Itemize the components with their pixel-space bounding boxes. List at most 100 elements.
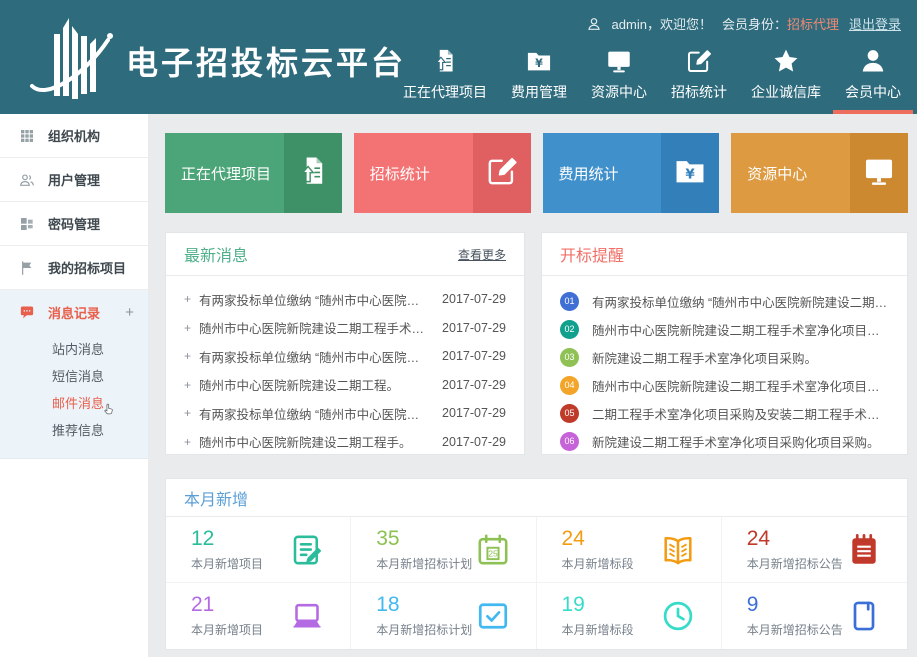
- reminder-text: 新院建设二期工程手术室净化项目采购化项目采购。: [592, 432, 880, 451]
- expand-toggle-icon[interactable]: +: [125, 305, 134, 320]
- latest-news-header: 最新消息 查看更多: [166, 233, 524, 276]
- stats-grid: 12本月新增项目35本月新增招标计划2524本月新增标段24本月新增招标公告21…: [166, 517, 907, 649]
- sidebar-item-3[interactable]: 密码管理: [0, 202, 148, 246]
- stat-info: 18 本月新增招标计划: [376, 594, 472, 638]
- news-item-2[interactable]: +随州市中心医院新院建设二期工程手术室。2017-07-29: [184, 314, 506, 343]
- stat-info: 24本月新增标段: [562, 528, 634, 572]
- news-item-3[interactable]: +有两家投标单位缴纳 “随州市中心医院新院建设……2017-07-29: [184, 342, 506, 371]
- sidebar-item-label: 密码管理: [48, 214, 100, 233]
- logout-link[interactable]: 退出登录: [849, 14, 901, 33]
- stat-value: 24: [562, 528, 634, 549]
- monthly-stats-panel: 本月新增 12本月新增项目35本月新增招标计划2524本月新增标段24本月新增招…: [165, 478, 908, 650]
- reminder-number-badge: 04: [560, 376, 579, 395]
- sidebar-item-1[interactable]: 组织机构: [0, 114, 148, 158]
- nav-item-3[interactable]: 资源中心: [579, 46, 659, 114]
- reminder-header: 开标提醒: [542, 233, 907, 276]
- folder-yen-icon: ¥: [673, 154, 707, 193]
- account-bar: admin，欢迎您！ 会员身份：招标代理 退出登录: [586, 14, 901, 33]
- stat-label: 本月新增招标计划: [376, 555, 472, 572]
- nav-label: 资源中心: [591, 82, 647, 102]
- reminder-text: 新院建设二期工程手术室净化项目采购。: [592, 348, 817, 367]
- sidebar-item-4[interactable]: 我的招标项目: [0, 246, 148, 290]
- news-text: 随州市中心医院新院建设二期工程手术室。: [199, 318, 442, 337]
- reminder-item-6[interactable]: 06新院建设二期工程手术室净化项目采购化项目采购。: [560, 427, 889, 455]
- stat-label: 本月新增招标公告: [747, 555, 843, 572]
- news-date: 2017-07-29: [442, 378, 506, 392]
- stat-value: 12: [191, 528, 263, 549]
- mouse-cursor-icon: [101, 399, 116, 414]
- edit-icon: [684, 46, 714, 76]
- news-item-1[interactable]: +有两家投标单位缴纳 “随州市中心医院新院建设……2017-07-29: [184, 285, 506, 314]
- welcome-text: admin，欢迎您！: [612, 14, 712, 33]
- submenu-item-2[interactable]: 短信消息: [52, 363, 148, 390]
- reminder-number-badge: 01: [560, 292, 579, 311]
- view-more-link[interactable]: 查看更多: [458, 246, 506, 263]
- reminder-item-3[interactable]: 03 新院建设二期工程手术室净化项目采购。: [560, 343, 889, 371]
- reminder-item-2[interactable]: 02随州市中心医院新院建设二期工程手术室净化项目采购及安装”项目的招……: [560, 315, 889, 343]
- reminder-text: 随州市中心医院新院建设二期工程手术室净化项目采购及安装”项目的招……: [592, 376, 889, 395]
- svg-text:¥: ¥: [535, 57, 543, 70]
- mail-check-icon: [474, 597, 512, 635]
- sidebar-section-3: 密码管理: [0, 202, 148, 246]
- reminder-item-5[interactable]: 05二期工程手术室净化项目采购及安装二期工程手术室净化项目采购及。: [560, 399, 889, 427]
- quick-card-1[interactable]: 正在代理项目: [165, 133, 342, 213]
- news-item-5[interactable]: +有两家投标单位缴纳 “随州市中心医院新院建设。2017-07-29: [184, 399, 506, 428]
- blocks-icon: [19, 216, 35, 232]
- stat-value: 18: [376, 594, 472, 615]
- nav-item-6[interactable]: 会员中心: [833, 46, 913, 114]
- stat-cell-1: 12本月新增项目: [166, 517, 351, 583]
- news-text: 随州市中心医院新院建设二期工程手。: [199, 432, 442, 451]
- news-text: 有两家投标单位缴纳 “随州市中心医院新院建设……: [199, 290, 442, 309]
- nav-label: 企业诚信库: [751, 82, 821, 102]
- stat-cell-8: 9本月新增招标公告: [722, 583, 907, 649]
- bullet-icon: +: [184, 349, 191, 363]
- card-label: 资源中心: [731, 133, 850, 213]
- monitor-icon: [862, 154, 896, 193]
- nav-item-5[interactable]: 企业诚信库: [739, 46, 833, 114]
- quick-card-4[interactable]: 资源中心: [731, 133, 908, 213]
- sidebar-section-5: 消息记录+站内消息短信消息邮件消息推荐信息: [0, 290, 148, 459]
- stat-value: 9: [747, 594, 843, 615]
- nav-item-1[interactable]: 正在代理项目: [391, 46, 499, 114]
- star-icon: [771, 46, 801, 76]
- submenu-item-1[interactable]: 站内消息: [52, 336, 148, 363]
- stat-cell-2: 35本月新增招标计划25: [351, 517, 536, 583]
- reminder-text: 随州市中心医院新院建设二期工程手术室净化项目采购及安装”项目的招……: [592, 320, 889, 339]
- news-date: 2017-07-29: [442, 406, 506, 420]
- reminder-number-badge: 03: [560, 348, 579, 367]
- bid-opening-reminder-panel: 开标提醒 01有两家投标单位缴纳 “随州市中心医院新院建设二期工程。02随州市中…: [541, 232, 908, 455]
- stat-label: 本月新增招标计划: [376, 621, 472, 638]
- user-outline-icon: [586, 16, 602, 32]
- notepad-icon: [845, 531, 883, 569]
- chat-icon: [19, 304, 35, 320]
- stat-cell-5: 21本月新增项目: [166, 583, 351, 649]
- news-item-4[interactable]: +随州市中心医院新院建设二期工程。2017-07-29: [184, 371, 506, 400]
- sidebar-item-5[interactable]: 消息记录+: [0, 290, 148, 334]
- news-item-6[interactable]: +随州市中心医院新院建设二期工程手。2017-07-29: [184, 428, 506, 457]
- clock-icon: [659, 597, 697, 635]
- quick-card-3[interactable]: 费用统计¥: [543, 133, 720, 213]
- news-text: 随州市中心医院新院建设二期工程。: [199, 375, 442, 394]
- sidebar: 组织机构用户管理密码管理我的招标项目消息记录+站内消息短信消息邮件消息推荐信息: [0, 114, 148, 657]
- nav-item-2[interactable]: ¥费用管理: [499, 46, 579, 114]
- app-title: 电子招投标云平台: [126, 38, 406, 84]
- quick-card-2[interactable]: 招标统计: [354, 133, 531, 213]
- svg-text:25: 25: [488, 548, 498, 558]
- folder-yen-icon: ¥: [524, 46, 554, 76]
- identity-value: 招标代理: [787, 17, 839, 32]
- stat-info: 19本月新增标段: [562, 594, 634, 638]
- reminder-item-1[interactable]: 01有两家投标单位缴纳 “随州市中心医院新院建设二期工程。: [560, 287, 889, 315]
- reminder-item-4[interactable]: 04 随州市中心医院新院建设二期工程手术室净化项目采购及安装”项目的招……: [560, 371, 889, 399]
- card-iconbox: [284, 133, 342, 213]
- news-list: +有两家投标单位缴纳 “随州市中心医院新院建设……2017-07-29+随州市中…: [166, 276, 524, 456]
- nav-label: 正在代理项目: [403, 82, 487, 102]
- nav-item-4[interactable]: 招标统计: [659, 46, 739, 114]
- submenu-item-4[interactable]: 推荐信息: [52, 417, 148, 444]
- latest-news-panel: 最新消息 查看更多 +有两家投标单位缴纳 “随州市中心医院新院建设……2017-…: [165, 232, 525, 455]
- stat-value: 24: [747, 528, 843, 549]
- news-date: 2017-07-29: [442, 321, 506, 335]
- monitor-icon: [604, 46, 634, 76]
- sidebar-item-2[interactable]: 用户管理: [0, 158, 148, 202]
- submenu-item-3[interactable]: 邮件消息: [52, 390, 148, 417]
- book-icon: [659, 531, 697, 569]
